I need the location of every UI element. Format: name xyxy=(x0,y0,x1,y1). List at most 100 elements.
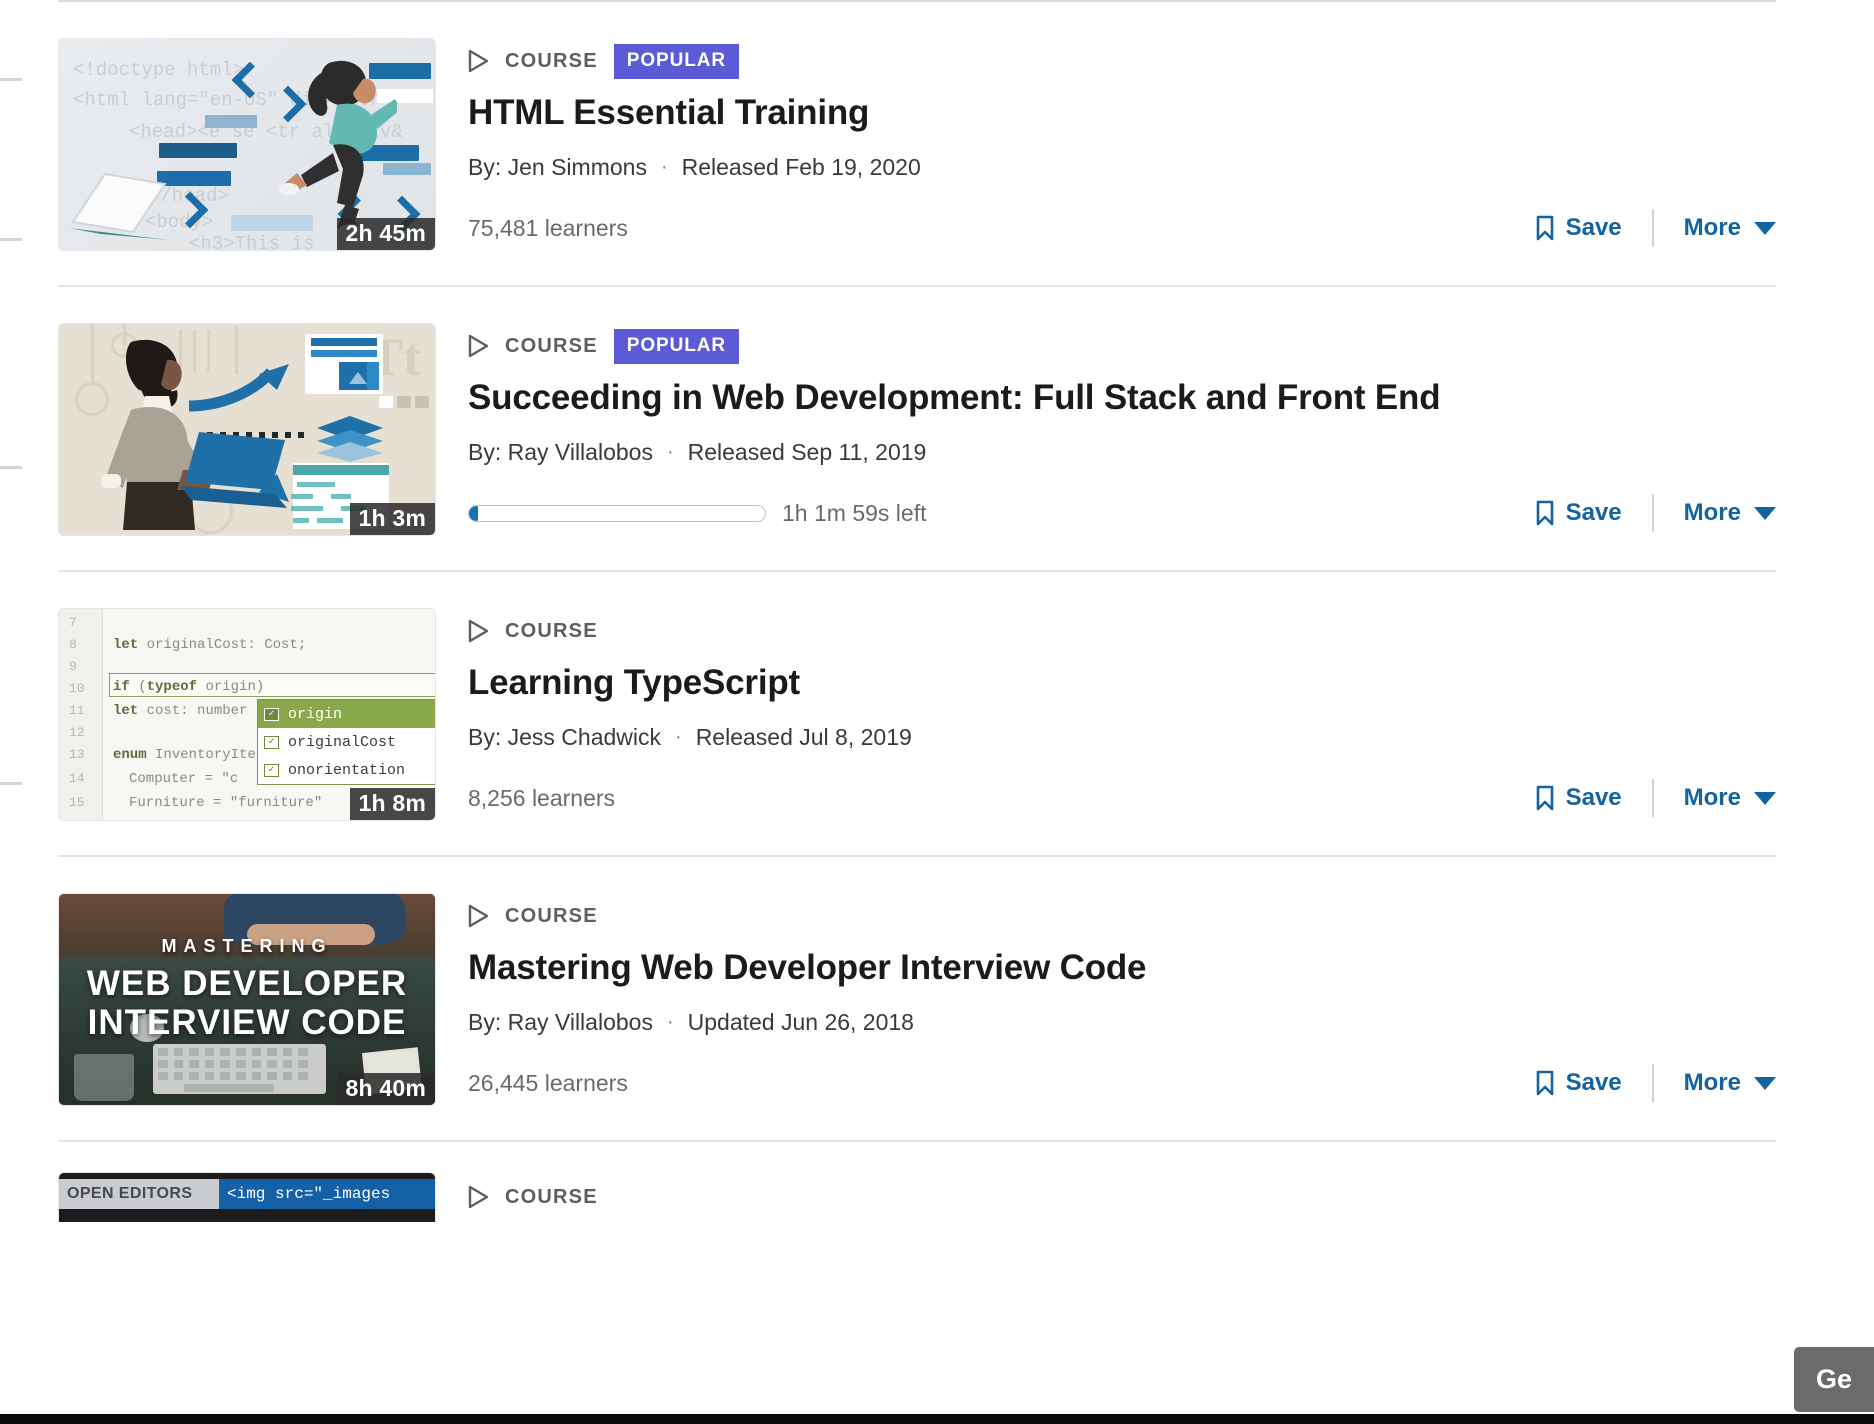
save-button[interactable]: Save xyxy=(1535,1069,1652,1097)
more-button[interactable]: More xyxy=(1654,214,1776,242)
course-duration-badge: 8h 40m xyxy=(336,1073,435,1105)
more-label: More xyxy=(1683,784,1741,812)
save-button[interactable]: Save xyxy=(1535,784,1652,812)
more-button[interactable]: More xyxy=(1654,499,1776,527)
illustration-person xyxy=(279,60,397,237)
course-thumbnail-link[interactable]: 7 8 9 10 11 12 13 14 15 let originalCost… xyxy=(58,608,436,821)
get-help-floating-button[interactable]: Ge xyxy=(1793,1347,1874,1412)
play-triangle-icon xyxy=(468,334,489,358)
course-type-label: COURSE xyxy=(505,619,598,642)
open-editors-label: OPEN EDITORS xyxy=(59,1179,219,1209)
play-triangle-icon xyxy=(468,49,489,73)
course-learner-count: 26,445 learners xyxy=(468,1069,628,1096)
progress-bar xyxy=(468,504,766,522)
course-card[interactable]: 7 8 9 10 11 12 13 14 15 let originalCost… xyxy=(58,572,1776,855)
illustration-laptop xyxy=(69,172,169,240)
byline-separator: · xyxy=(660,156,668,179)
bookmark-icon xyxy=(1536,215,1553,241)
course-list-page: <!doctype html> <html lang="en-US" dir="… xyxy=(0,0,1874,1424)
course-details: COURSE xyxy=(468,1172,1776,1212)
chevron-down-icon xyxy=(1754,1076,1776,1090)
course-card[interactable]: <!doctype html> <html lang="en-US" dir="… xyxy=(58,2,1776,285)
course-bottom-row: 75,481 learners Save More xyxy=(468,209,1776,248)
course-type-label: COURSE xyxy=(505,1185,598,1208)
course-actions: Save More xyxy=(1535,494,1776,533)
more-button[interactable]: More xyxy=(1654,1069,1776,1097)
course-thumbnail-image: OPEN EDITORS <img src="_images xyxy=(58,1172,436,1222)
course-duration-badge: 2h 45m xyxy=(336,218,435,250)
course-release-date: Released Jul 8, 2019 xyxy=(695,724,912,751)
course-thumbnail-link[interactable]: OPEN EDITORS <img src="_images xyxy=(58,1172,436,1222)
course-details: COURSE POPULAR Succeeding in Web Develop… xyxy=(468,323,1776,533)
course-author[interactable]: By: Jess Chadwick xyxy=(468,724,661,751)
save-label: Save xyxy=(1565,499,1622,527)
time-left-label: 1h 1m 59s left xyxy=(782,499,927,526)
byline-separator: · xyxy=(675,726,682,749)
more-label: More xyxy=(1683,214,1741,242)
bookmark-icon xyxy=(1536,1070,1553,1096)
course-card[interactable]: MASTERING WEB DEVELOPER INTERVIEW CODE 8h… xyxy=(58,857,1776,1140)
byline-separator: · xyxy=(666,441,674,464)
save-button[interactable]: Save xyxy=(1535,214,1652,242)
thumbnail-overlay-subtitle: MASTERING xyxy=(161,936,333,957)
course-learner-count: 8,256 learners xyxy=(468,784,616,811)
course-meta-row: COURSE xyxy=(468,1182,1776,1212)
course-title[interactable]: HTML Essential Training xyxy=(468,93,1776,133)
course-actions: Save More xyxy=(1535,779,1776,818)
course-card-partial[interactable]: OPEN EDITORS <img src="_images COURSE xyxy=(58,1142,1776,1222)
course-byline: By: Ray Villalobos · Released Sep 11, 20… xyxy=(468,439,1776,466)
course-card[interactable]: Tt 1h 3m COURSE POPULAR Succeeding in We… xyxy=(58,287,1776,570)
course-type-label: COURSE xyxy=(505,49,598,72)
bookmark-icon xyxy=(1536,785,1553,811)
course-thumbnail-image: <!doctype html> <html lang="en-US" dir="… xyxy=(58,38,436,251)
course-author[interactable]: By: Ray Villalobos xyxy=(468,439,653,466)
course-bottom-row: 1h 1m 59s left Save More xyxy=(468,494,1776,533)
play-triangle-icon xyxy=(468,619,489,643)
course-thumbnail-link[interactable]: MASTERING WEB DEVELOPER INTERVIEW CODE 8h… xyxy=(58,893,436,1106)
play-triangle-icon xyxy=(468,1185,489,1209)
course-thumbnail-link[interactable]: <!doctype html> <html lang="en-US" dir="… xyxy=(58,38,436,251)
byline-separator: · xyxy=(666,1011,674,1034)
course-meta-row: COURSE POPULAR xyxy=(468,328,1776,364)
sidebar-edge-tick xyxy=(0,782,22,785)
course-details: COURSE POPULAR HTML Essential Training B… xyxy=(468,38,1776,248)
sidebar-edge-tick xyxy=(0,466,22,469)
sidebar-edge-tick xyxy=(0,78,22,81)
course-author[interactable]: By: Ray Villalobos xyxy=(468,1009,653,1036)
course-title[interactable]: Learning TypeScript xyxy=(468,663,1776,703)
course-thumbnail-image: MASTERING WEB DEVELOPER INTERVIEW CODE 8h… xyxy=(58,893,436,1106)
chevron-down-icon xyxy=(1754,506,1776,520)
course-bottom-row: 26,445 learners Save More xyxy=(468,1064,1776,1103)
course-thumbnail-image: 7 8 9 10 11 12 13 14 15 let originalCost… xyxy=(58,608,436,821)
course-byline: By: Ray Villalobos · Updated Jun 26, 201… xyxy=(468,1009,1776,1036)
course-release-date: Released Sep 11, 2019 xyxy=(687,439,927,466)
save-button[interactable]: Save xyxy=(1535,499,1652,527)
course-title[interactable]: Mastering Web Developer Interview Code xyxy=(468,948,1776,988)
course-duration-badge: 1h 8m xyxy=(349,788,435,820)
course-meta-row: COURSE xyxy=(468,616,1776,646)
save-label: Save xyxy=(1565,784,1622,812)
save-label: Save xyxy=(1565,1069,1622,1097)
sidebar-edge-tick xyxy=(0,238,22,241)
course-details: COURSE Learning TypeScript By: Jess Chad… xyxy=(468,608,1776,818)
more-label: More xyxy=(1683,499,1741,527)
course-thumbnail-link[interactable]: Tt 1h 3m xyxy=(58,323,436,536)
course-release-date: Updated Jun 26, 2018 xyxy=(687,1009,914,1036)
course-thumbnail-image: Tt 1h 3m xyxy=(58,323,436,536)
more-label: More xyxy=(1683,1069,1741,1097)
course-release-date: Released Feb 19, 2020 xyxy=(681,154,921,181)
more-button[interactable]: More xyxy=(1654,784,1776,812)
play-triangle-icon xyxy=(468,904,489,928)
course-byline: By: Jess Chadwick · Released Jul 8, 2019 xyxy=(468,724,1776,751)
course-list: <!doctype html> <html lang="en-US" dir="… xyxy=(58,0,1776,1222)
course-progress-group: 1h 1m 59s left xyxy=(468,500,926,527)
progress-bar-fill xyxy=(469,505,478,521)
course-byline: By: Jen Simmons · Released Feb 19, 2020 xyxy=(468,154,1776,181)
bookmark-icon xyxy=(1536,500,1553,526)
course-title[interactable]: Succeeding in Web Development: Full Stac… xyxy=(468,378,1776,418)
popular-badge: POPULAR xyxy=(613,328,739,364)
thumbnail-overlay-title: WEB DEVELOPER INTERVIEW CODE xyxy=(86,963,408,1042)
course-author[interactable]: By: Jen Simmons xyxy=(468,154,647,181)
course-actions: Save More xyxy=(1535,209,1776,248)
course-learner-count: 75,481 learners xyxy=(468,214,628,241)
